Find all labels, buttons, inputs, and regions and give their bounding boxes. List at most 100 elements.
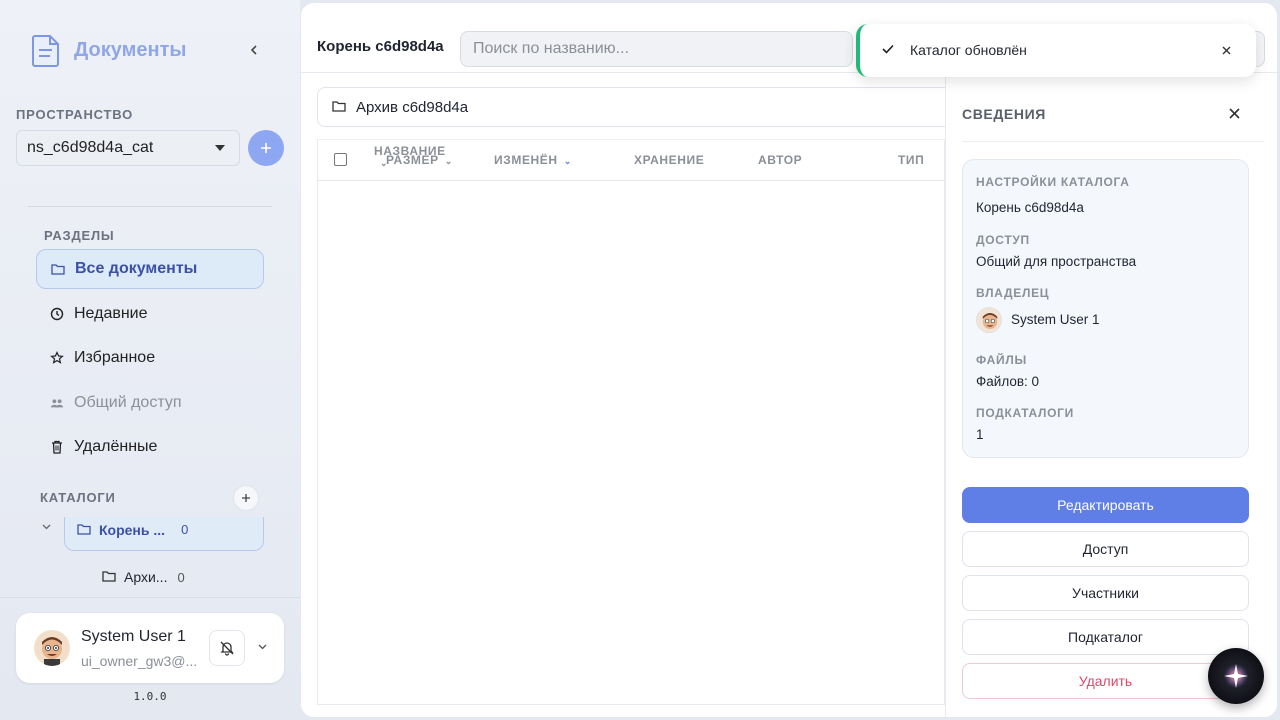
folder-icon xyxy=(77,522,91,538)
chevron-down-icon[interactable] xyxy=(42,521,51,533)
sidebar-item-label: Удалённые xyxy=(74,438,158,455)
avatar xyxy=(976,307,1002,333)
user-email: ui_owner_gw3@... xyxy=(81,653,198,669)
catalog-tree: Корень ... 0 Архи... 0 xyxy=(0,517,300,597)
sparkle-icon xyxy=(1224,664,1248,688)
catalogs-label: КАТАЛОГИ xyxy=(40,490,116,505)
column-size[interactable]: РАЗМЕР ⌄ xyxy=(386,153,453,167)
files-value: Файлов: 0 xyxy=(976,374,1040,389)
sidebar-item-label: Общий доступ xyxy=(74,394,182,411)
workspace-select[interactable]: ns_c6d98d4a_cat xyxy=(16,130,240,166)
members-button[interactable]: Участники xyxy=(962,575,1249,611)
close-icon xyxy=(1228,107,1240,119)
chevron-down-icon[interactable] xyxy=(258,641,267,653)
toast-text: Каталог обновлён xyxy=(910,42,1027,58)
owner-label: ВЛАДЕЛЕЦ xyxy=(976,286,1050,300)
star-icon xyxy=(50,351,64,365)
sidebar-item-all-documents[interactable]: Все документы xyxy=(36,249,264,289)
tree-item-label: Архи... xyxy=(124,569,168,585)
access-value: Общий для пространства xyxy=(976,254,1137,269)
subcatalogs-label: ПОДКАТАЛОГИ xyxy=(976,406,1075,420)
catalog-info-card: НАСТРОЙКИ КАТАЛОГА Корень c6d98d4a ДОСТУ… xyxy=(962,159,1249,458)
sidebar-item-label: Избранное xyxy=(74,349,156,366)
folder-row[interactable]: Архив c6d98d4a xyxy=(317,87,947,127)
add-catalog-button[interactable] xyxy=(233,485,259,511)
assistant-button[interactable] xyxy=(1208,648,1264,704)
page-title: Корень c6d98d4a xyxy=(317,38,444,55)
details-title: СВЕДЕНИЯ xyxy=(962,106,1046,122)
workspace-value: ns_c6d98d4a_cat xyxy=(27,139,154,156)
sections-label: РАЗДЕЛЫ xyxy=(44,228,115,243)
chevron-left-icon xyxy=(250,45,257,55)
collapse-sidebar-button[interactable] xyxy=(244,40,264,60)
sidebar-item-shared[interactable]: Общий доступ xyxy=(36,383,264,423)
clock-icon xyxy=(50,307,64,321)
people-icon xyxy=(50,396,64,410)
trash-icon xyxy=(50,440,64,454)
tree-item-count: 0 xyxy=(177,569,185,585)
sidebar-item-trash[interactable]: Удалённые xyxy=(36,427,264,467)
owner-value: System User 1 xyxy=(1011,312,1100,327)
folder-icon xyxy=(102,569,116,585)
folder-icon xyxy=(51,262,65,276)
tree-item-archive[interactable]: Архи... 0 xyxy=(102,569,185,585)
user-card: System User 1 ui_owner_gw3@... xyxy=(16,613,284,683)
sidebar-bottom-divider xyxy=(0,597,300,598)
table-header: НАЗВАНИЕ ⌄ РАЗМЕР ⌄ ИЗМЕНЁН ⌄ ХРАНЕНИЕ АВТ… xyxy=(318,139,946,181)
access-button[interactable]: Доступ xyxy=(962,531,1249,567)
notifications-button[interactable] xyxy=(209,630,245,666)
close-icon xyxy=(1222,46,1231,55)
sidebar-divider xyxy=(28,206,272,207)
toast-notification: Каталог обновлён xyxy=(856,24,1256,77)
files-label: ФАЙЛЫ xyxy=(976,353,1027,367)
divider xyxy=(962,141,1264,142)
settings-label: НАСТРОЙКИ КАТАЛОГА xyxy=(976,175,1130,189)
sidebar-item-recent[interactable]: Недавние xyxy=(36,294,264,334)
delete-button[interactable]: Удалить xyxy=(962,663,1249,699)
column-modified-label: ИЗМЕНЁН xyxy=(494,153,558,167)
subcatalogs-value: 1 xyxy=(976,427,984,442)
app-title: Документы xyxy=(74,38,187,61)
sort-icon: ⌄ xyxy=(444,156,453,166)
column-storage[interactable]: ХРАНЕНИЕ xyxy=(634,153,704,167)
search-input[interactable] xyxy=(460,31,853,67)
memoji-avatar-icon xyxy=(982,313,998,329)
tree-item-label: Корень ... xyxy=(99,521,166,538)
column-author[interactable]: АВТОР xyxy=(758,153,802,167)
folder-icon xyxy=(332,99,346,116)
select-all-checkbox[interactable] xyxy=(334,153,347,166)
app-version: 1.0.0 xyxy=(133,690,167,703)
settings-value: Корень c6d98d4a xyxy=(976,200,1084,215)
caret-down-icon xyxy=(215,145,225,151)
workspace-label: ПРОСТРАНСТВО xyxy=(16,107,134,122)
sidebar: Документы ПРОСТРАНСТВО ns_c6d98d4a_cat Р… xyxy=(0,0,300,720)
edit-button[interactable]: Редактировать xyxy=(962,487,1249,523)
close-toast-button[interactable] xyxy=(1222,42,1231,58)
tree-item-count: 0 xyxy=(181,522,189,537)
document-logo-icon xyxy=(32,35,59,67)
memoji-avatar-icon xyxy=(42,637,62,666)
column-modified[interactable]: ИЗМЕНЁН ⌄ xyxy=(494,153,572,167)
sort-icon: ⌄ xyxy=(563,156,572,166)
column-type[interactable]: ТИП xyxy=(898,153,924,167)
subcatalog-button[interactable]: Подкаталог xyxy=(962,619,1249,655)
tree-item-root[interactable]: Корень ... 0 xyxy=(64,517,264,551)
bell-off-icon xyxy=(220,641,234,656)
folder-name: Архив c6d98d4a xyxy=(356,98,469,116)
plus-icon xyxy=(242,494,250,502)
column-size-label: РАЗМЕР xyxy=(386,153,439,167)
sidebar-item-label: Все документы xyxy=(75,260,198,277)
avatar[interactable] xyxy=(34,630,70,666)
user-name: System User 1 xyxy=(81,628,186,645)
close-details-button[interactable] xyxy=(1224,103,1244,123)
plus-icon xyxy=(261,143,271,153)
add-workspace-button[interactable] xyxy=(248,130,284,166)
sidebar-item-favorites[interactable]: Избранное xyxy=(36,338,264,378)
brand[interactable]: Документы xyxy=(30,32,186,68)
check-icon xyxy=(882,41,894,57)
details-panel: СВЕДЕНИЯ НАСТРОЙКИ КАТАЛОГА Корень c6d98… xyxy=(945,73,1277,717)
access-label: ДОСТУП xyxy=(976,233,1030,247)
main-panel: Корень c6d98d4a Архив c6d98d4a НАЗВАНИЕ … xyxy=(300,2,1278,718)
sidebar-item-label: Недавние xyxy=(74,305,148,322)
file-table: НАЗВАНИЕ ⌄ РАЗМЕР ⌄ ИЗМЕНЁН ⌄ ХРАНЕНИЕ АВТ… xyxy=(317,139,946,705)
